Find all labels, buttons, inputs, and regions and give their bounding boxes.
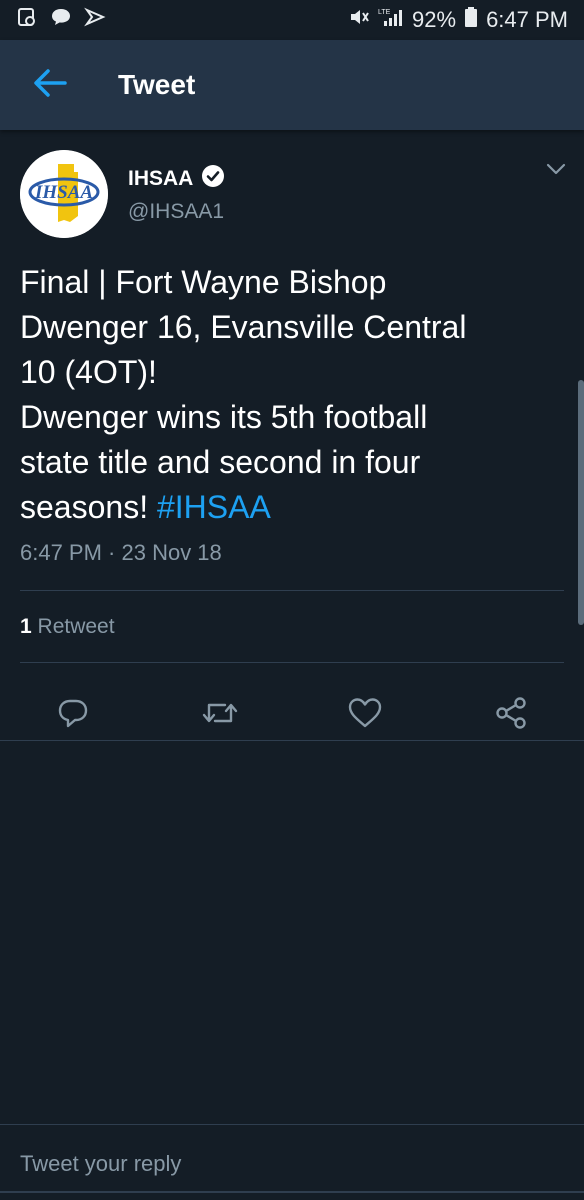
status-system: LTE 92% 6:47 PM xyxy=(348,6,568,34)
app-bar: Tweet xyxy=(0,40,584,130)
divider xyxy=(20,662,564,663)
heart-icon xyxy=(347,696,383,735)
tweet-actions xyxy=(0,675,584,753)
scrollbar-thumb[interactable] xyxy=(578,380,584,625)
battery-percent: 92% xyxy=(412,7,457,32)
reply-input[interactable]: Tweet your reply xyxy=(20,1151,181,1177)
battery-icon xyxy=(464,6,478,34)
divider xyxy=(0,740,584,741)
reply-button[interactable] xyxy=(53,695,93,735)
svg-text:IHSAA: IHSAA xyxy=(34,182,93,203)
author-name[interactable]: IHSAA xyxy=(128,167,193,191)
reply-icon xyxy=(56,696,90,735)
carrier-logo-icon xyxy=(84,6,106,34)
mute-icon xyxy=(348,6,370,34)
retweet-icon xyxy=(201,696,239,735)
divider xyxy=(20,590,564,591)
tweet-text-line: state title and second in four xyxy=(20,444,421,480)
author-row: IHSAA xyxy=(128,164,225,193)
avatar[interactable]: IHSAA xyxy=(20,150,108,238)
reply-input-underline xyxy=(0,1191,584,1193)
hashtag-link[interactable]: #IHSAA xyxy=(157,489,271,525)
svg-text:LTE: LTE xyxy=(378,9,391,16)
chat-bubble-icon xyxy=(50,6,72,34)
share-icon xyxy=(494,696,528,735)
tweet-detail: IHSAA IHSAA @IHSAA1 Final | Fort Wayne B… xyxy=(0,130,584,741)
retweet-button[interactable] xyxy=(200,695,240,735)
share-button[interactable] xyxy=(491,695,531,735)
tweet-text-line: Dwenger wins its 5th football xyxy=(20,399,428,435)
tweet-text-line: 10 (4OT)! xyxy=(20,354,157,390)
status-bar: LTE 92% 6:47 PM xyxy=(0,0,584,40)
tweet-header: IHSAA IHSAA @IHSAA1 xyxy=(0,130,584,248)
status-notifications xyxy=(16,6,106,34)
retweet-count: 1 xyxy=(20,615,32,638)
like-button[interactable] xyxy=(345,695,385,735)
tweet-text-segment: seasons! xyxy=(20,489,157,525)
clock: 6:47 PM xyxy=(486,7,568,32)
signal-icon: LTE xyxy=(378,6,404,34)
tweet-timestamp: 6:47 PM · 23 Nov 18 xyxy=(20,540,222,565)
tweet-text-line: Dwenger 16, Evansville Central xyxy=(20,309,467,345)
ihsaa-logo-icon: IHSAA xyxy=(20,150,108,238)
tweet-menu-button[interactable] xyxy=(546,162,566,181)
back-button[interactable] xyxy=(0,40,100,130)
retweet-stats[interactable]: 1 Retweet xyxy=(20,615,115,639)
author-handle[interactable]: @IHSAA1 xyxy=(128,200,224,224)
tweet-text-line: Final | Fort Wayne Bishop xyxy=(20,264,387,300)
tweet-text-line: seasons! #IHSAA xyxy=(20,485,565,530)
reply-composer: Tweet your reply xyxy=(0,1124,584,1200)
notification-icon xyxy=(16,6,38,34)
retweet-label: Retweet xyxy=(31,615,115,638)
back-arrow-icon xyxy=(33,68,67,103)
page-title: Tweet xyxy=(118,69,196,100)
tweet-text: Final | Fort Wayne Bishop Dwenger 16, Ev… xyxy=(20,260,565,530)
verified-badge-icon xyxy=(201,164,225,193)
chevron-down-icon xyxy=(546,163,566,180)
